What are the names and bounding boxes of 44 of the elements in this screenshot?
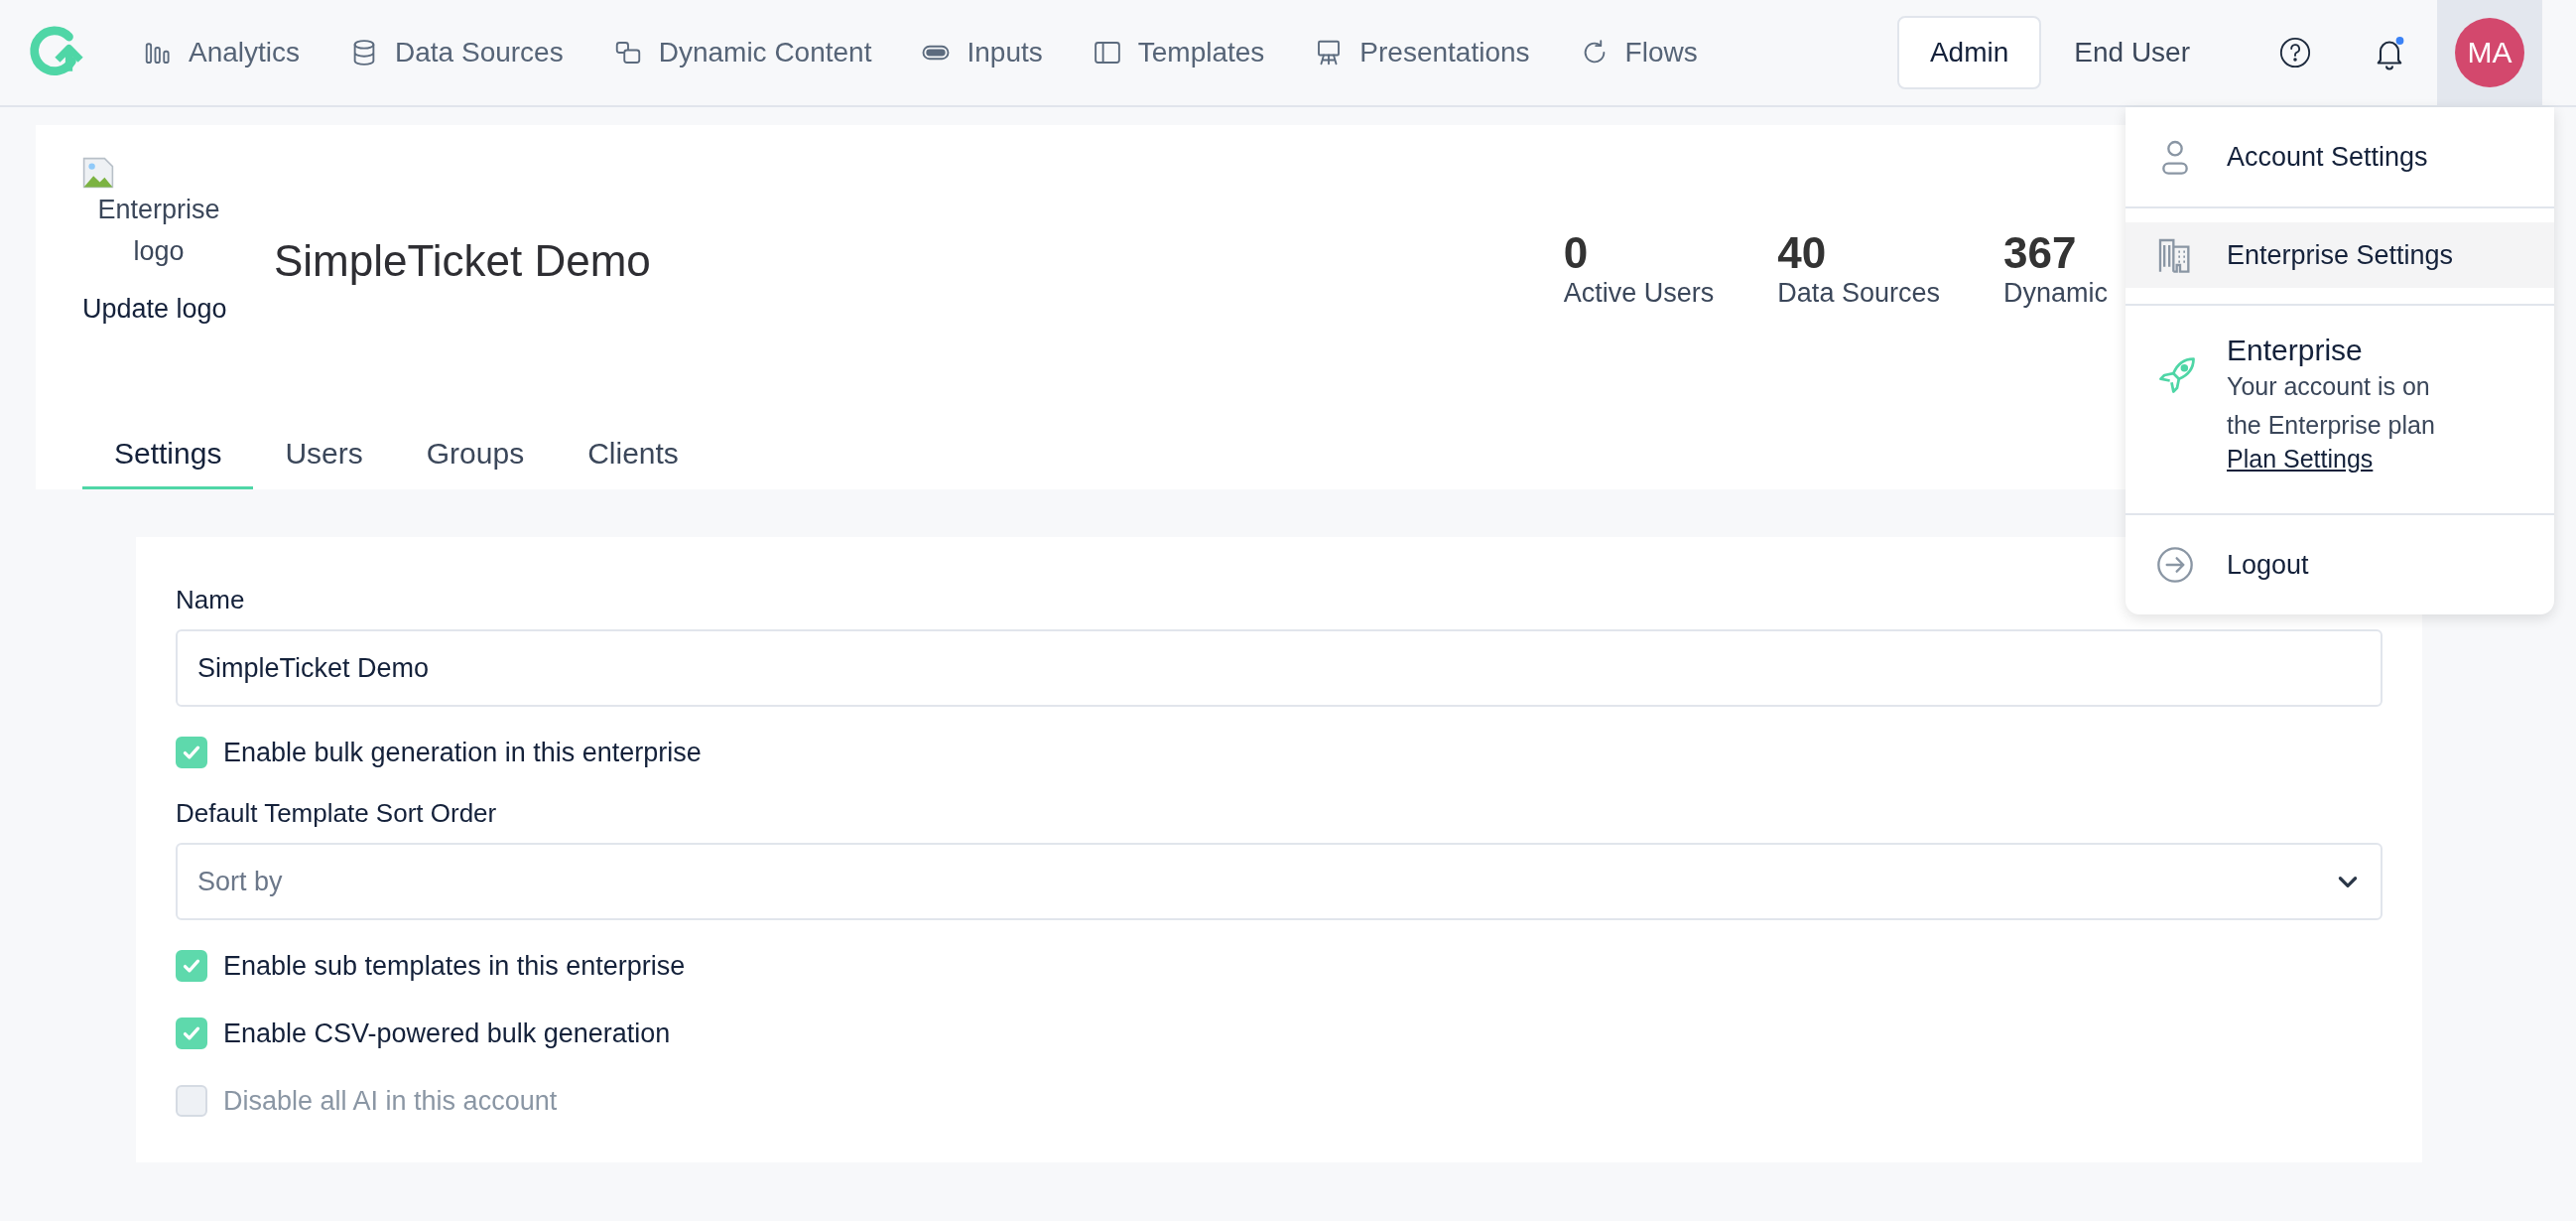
stat-label: Dynamic [2002, 278, 2108, 309]
checkbox-label: Enable CSV-powered bulk generation [223, 1018, 671, 1049]
menu-item[interactable]: Logout [2125, 513, 2554, 614]
nav-link[interactable]: Data Sources [349, 37, 564, 68]
update-logo-link[interactable]: Update logo [82, 294, 241, 325]
field-label: Default Template Sort Order [176, 798, 498, 829]
sort-dropdown[interactable]: Sort by [176, 843, 2383, 920]
tab[interactable]: Users [253, 417, 395, 489]
menu-item[interactable]: Enterprise Settings [2125, 222, 2554, 288]
nav-link[interactable]: Flows [1579, 37, 1698, 68]
tab[interactable]: Groups [394, 417, 557, 489]
checkbox[interactable] [176, 1018, 207, 1049]
tab[interactable]: Settings [82, 417, 254, 489]
plan-title: Enterprise [2227, 334, 2364, 367]
stat-value: 367 [2002, 228, 2078, 278]
field-label: Name [176, 585, 246, 615]
enterprise-name: SimpleTicket Demo [274, 236, 651, 286]
checkbox-label: Enable bulk generation in this enterprise [223, 737, 702, 768]
avatar[interactable]: MA [2455, 18, 2524, 87]
nav-link[interactable]: Templates [1092, 37, 1265, 68]
stat-label: Data Sources [1777, 278, 1940, 309]
name-input[interactable]: SimpleTicket Demo [176, 629, 2383, 707]
menu-item[interactable]: Account Settings [2125, 107, 2554, 208]
stat-value: 0 [1563, 228, 1590, 278]
stat-label: Active Users [1563, 278, 1715, 309]
tab[interactable]: Clients [556, 417, 710, 489]
nav-link[interactable]: Presentations [1314, 37, 1530, 68]
checkbox[interactable] [176, 737, 207, 768]
mode-button[interactable]: End User [2041, 16, 2223, 89]
checkbox[interactable] [176, 950, 207, 982]
plan-settings-link[interactable]: Plan Settings [2227, 445, 2453, 474]
nav-link[interactable]: Inputs [921, 37, 1043, 68]
stat-value: 40 [1777, 228, 1828, 278]
nav-link[interactable]: Analytics [143, 37, 301, 68]
mode-button[interactable]: Admin [1896, 16, 2042, 89]
avatar-area[interactable]: MA [2437, 0, 2542, 105]
arrow-circle-icon [2155, 545, 2195, 585]
checkbox-label: Disable all AI in this account [223, 1085, 558, 1117]
help-icon[interactable] [2278, 36, 2312, 69]
logo-alt-text: Enterprise logo [96, 194, 221, 268]
plan-description: Your account is on the Enterprise plan [2227, 371, 2436, 441]
broken-image-icon [82, 157, 114, 189]
nav-link[interactable]: Dynamic Content [612, 37, 872, 68]
checkbox-label: Enable sub templates in this enterprise [223, 950, 686, 982]
